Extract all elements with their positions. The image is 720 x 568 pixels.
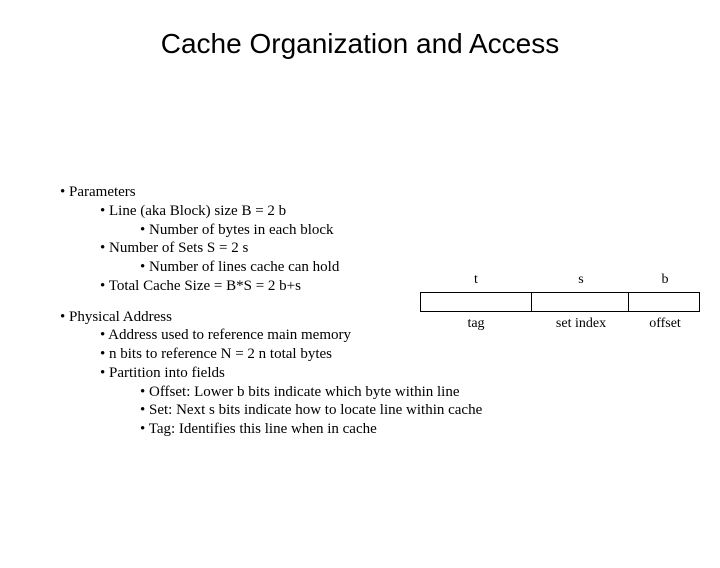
bullet-num-bytes: • Number of bytes in each block — [140, 221, 700, 240]
label-set-index: set index — [532, 316, 630, 332]
slide-title: Cache Organization and Access — [0, 28, 720, 60]
bullet-set-desc: • Set: Next s bits indicate how to locat… — [140, 401, 700, 420]
bullet-line-size: • Line (aka Block) size B = 2 b — [100, 202, 700, 221]
bullet-parameters: • Parameters — [60, 183, 700, 202]
label-offset: offset — [630, 316, 700, 332]
bullet-partition: • Partition into fields — [100, 364, 700, 383]
label-t-bits: t — [420, 272, 532, 288]
address-field-names: tag set index offset — [420, 316, 700, 332]
address-bit-labels: t s b — [420, 272, 700, 288]
field-offset-cell — [629, 293, 699, 311]
address-fields-box — [420, 292, 700, 312]
bullet-n-bits: • n bits to reference N = 2 n total byte… — [100, 345, 700, 364]
field-tag-cell — [421, 293, 532, 311]
bullet-tag-desc: • Tag: Identifies this line when in cach… — [140, 420, 700, 439]
label-s-bits: s — [532, 272, 630, 288]
field-set-cell — [532, 293, 629, 311]
label-tag: tag — [420, 316, 532, 332]
address-diagram: t s b tag set index offset — [420, 272, 700, 332]
bullet-num-sets: • Number of Sets S = 2 s — [100, 239, 700, 258]
bullet-offset-desc: • Offset: Lower b bits indicate which by… — [140, 383, 700, 402]
label-b-bits: b — [630, 272, 700, 288]
